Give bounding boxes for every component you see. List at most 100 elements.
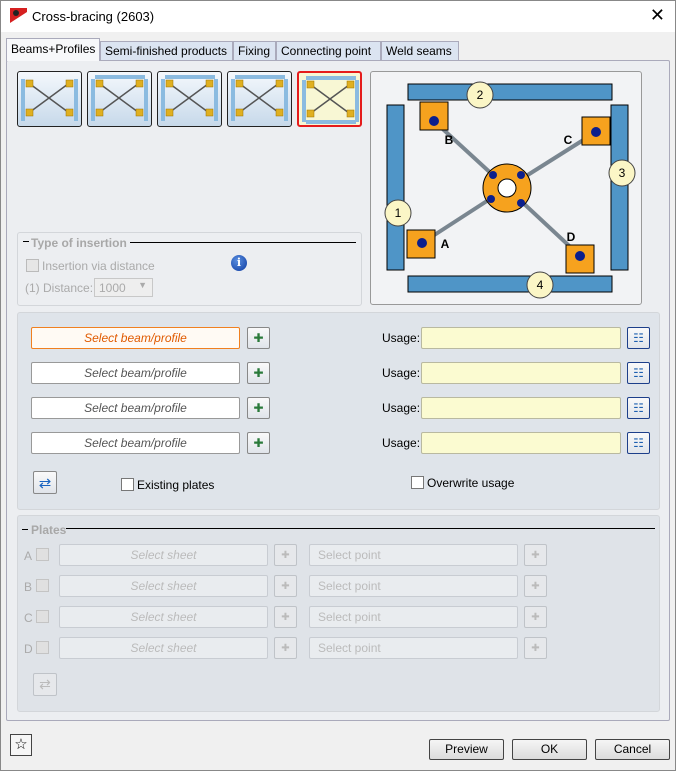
- usage-catalog-button[interactable]: ☷: [627, 362, 650, 384]
- diagram-number-4: 4: [537, 278, 544, 292]
- bracing-layout-icon: [91, 75, 148, 121]
- plate-checkbox[interactable]: [36, 579, 49, 592]
- select-beam-button[interactable]: ✚: [247, 327, 270, 349]
- plate-letter: B: [24, 580, 33, 594]
- catalog-icon: ☷: [633, 331, 644, 345]
- diagram-letter-a: A: [441, 237, 450, 251]
- select-beam-button[interactable]: ✚: [247, 397, 270, 419]
- select-sheet-input[interactable]: Select sheet: [59, 606, 268, 628]
- layout-option-2[interactable]: [87, 71, 152, 127]
- cancel-button[interactable]: Cancel: [595, 739, 670, 760]
- plate-checkbox[interactable]: [36, 641, 49, 654]
- bracing-layout-icon: [21, 79, 78, 121]
- select-sheet-button[interactable]: ✚: [274, 606, 297, 628]
- select-point-button[interactable]: ✚: [524, 575, 547, 597]
- diagram-number-3: 3: [619, 166, 626, 180]
- usage-catalog-button[interactable]: ☷: [627, 397, 650, 419]
- select-point-input[interactable]: Select point: [309, 606, 518, 628]
- pick-sheet-icon: ✚: [281, 642, 290, 654]
- distance-select[interactable]: 1000 ▼: [94, 278, 153, 297]
- beam-profile-input[interactable]: Select beam/profile: [31, 397, 240, 419]
- insertion-title: Type of insertion: [31, 236, 127, 250]
- select-sheet-input[interactable]: Select sheet: [59, 637, 268, 659]
- pick-sheet-icon: ✚: [281, 611, 290, 623]
- plate-letter: A: [24, 549, 33, 563]
- plates-title: Plates: [31, 523, 67, 537]
- insertion-via-distance-checkbox[interactable]: [26, 259, 39, 272]
- select-sheet-button[interactable]: ✚: [274, 575, 297, 597]
- plate-checkbox[interactable]: [36, 610, 49, 623]
- layout-option-1[interactable]: [17, 71, 82, 127]
- preview-button[interactable]: Preview: [429, 739, 504, 760]
- select-beam-button[interactable]: ✚: [247, 362, 270, 384]
- pick-point-icon: ✚: [531, 611, 540, 623]
- usage-input[interactable]: [421, 432, 621, 454]
- tab-fixing[interactable]: Fixing: [233, 41, 276, 60]
- refresh-button[interactable]: ⇄: [33, 471, 57, 494]
- refresh-icon: ⇄: [39, 676, 51, 692]
- select-sheet-button[interactable]: ✚: [274, 637, 297, 659]
- beam-profile-input[interactable]: Select beam/profile: [31, 432, 240, 454]
- pick-sheet-icon: ✚: [281, 549, 290, 561]
- close-button[interactable]: ✕: [650, 5, 665, 26]
- distance-value: 1000: [99, 281, 126, 295]
- select-point-button[interactable]: ✚: [524, 637, 547, 659]
- pick-point-icon: ✚: [531, 549, 540, 561]
- existing-plates-checkbox[interactable]: [121, 478, 134, 491]
- usage-input[interactable]: [421, 397, 621, 419]
- diagram-letter-b: B: [445, 133, 454, 147]
- layout-option-3[interactable]: [157, 71, 222, 127]
- info-icon[interactable]: i: [231, 255, 247, 271]
- pick-beam-icon: ✚: [253, 436, 264, 450]
- tab-connecting-point[interactable]: Connecting point: [276, 41, 381, 60]
- star-icon: ☆: [14, 736, 28, 753]
- plate-letter: D: [24, 642, 33, 656]
- bracing-layout-icon: [231, 75, 288, 121]
- select-sheet-button[interactable]: ✚: [274, 544, 297, 566]
- title-bar: Cross-bracing (2603) ✕: [1, 1, 675, 32]
- select-beam-button[interactable]: ✚: [247, 432, 270, 454]
- usage-input[interactable]: [421, 327, 621, 349]
- tab-beams-profiles[interactable]: Beams+Profiles: [6, 38, 100, 61]
- select-point-input[interactable]: Select point: [309, 575, 518, 597]
- select-point-button[interactable]: ✚: [524, 606, 547, 628]
- pick-beam-icon: ✚: [253, 331, 264, 345]
- window-title: Cross-bracing (2603): [32, 9, 155, 24]
- usage-label: Usage:: [382, 401, 421, 415]
- usage-catalog-button[interactable]: ☷: [627, 327, 650, 349]
- app-icon: [10, 8, 27, 23]
- select-point-input[interactable]: Select point: [309, 544, 518, 566]
- overwrite-usage-label: Overwrite usage: [427, 476, 515, 490]
- select-sheet-input[interactable]: Select sheet: [59, 544, 268, 566]
- usage-input[interactable]: [421, 362, 621, 384]
- catalog-icon: ☷: [633, 436, 644, 450]
- layout-option-4[interactable]: [227, 71, 292, 127]
- diagram-number-1: 1: [395, 206, 402, 220]
- usage-catalog-button[interactable]: ☷: [627, 432, 650, 454]
- insertion-via-distance-label: Insertion via distance: [42, 259, 155, 273]
- plates-refresh-button[interactable]: ⇄: [33, 673, 57, 696]
- catalog-icon: ☷: [633, 366, 644, 380]
- bracing-layout-icon: [161, 75, 218, 121]
- pick-beam-icon: ✚: [253, 366, 264, 380]
- beam-profile-input[interactable]: Select beam/profile: [31, 327, 240, 349]
- usage-label: Usage:: [382, 436, 421, 450]
- favorite-button[interactable]: ☆: [10, 734, 32, 756]
- tab-weld-seams[interactable]: Weld seams: [381, 41, 459, 60]
- diagram-letter-d: D: [567, 230, 576, 244]
- select-point-button[interactable]: ✚: [524, 544, 547, 566]
- layout-option-5[interactable]: [297, 71, 362, 127]
- tab-semi-finished-products[interactable]: Semi-finished products: [100, 41, 233, 60]
- existing-plates-label: Existing plates: [137, 478, 215, 492]
- beam-profile-input[interactable]: Select beam/profile: [31, 362, 240, 384]
- select-point-input[interactable]: Select point: [309, 637, 518, 659]
- ok-button[interactable]: OK: [512, 739, 587, 760]
- select-sheet-input[interactable]: Select sheet: [59, 575, 268, 597]
- plate-checkbox[interactable]: [36, 548, 49, 561]
- connection-diagram: 1 2 3 4 A B C D: [370, 71, 642, 305]
- overwrite-usage-checkbox[interactable]: [411, 476, 424, 489]
- catalog-icon: ☷: [633, 401, 644, 415]
- usage-label: Usage:: [382, 366, 421, 380]
- pick-point-icon: ✚: [531, 580, 540, 592]
- refresh-icon: ⇄: [38, 474, 52, 492]
